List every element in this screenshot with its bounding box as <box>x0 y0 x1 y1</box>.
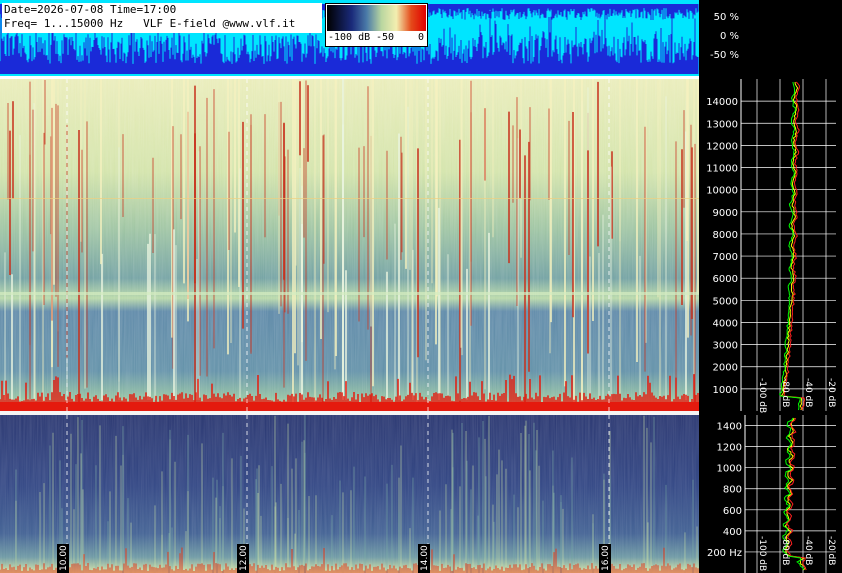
time-label: 14.00 <box>420 545 430 571</box>
upper-tick-label: 2000 <box>713 363 738 374</box>
lower-spectrogram-texture <box>0 415 699 573</box>
color-scale-label-mid: -50 <box>376 32 395 43</box>
color-scale-label-max: 0 <box>418 32 425 43</box>
upper-tick-label: 8000 <box>713 230 738 241</box>
profile-db-label-upper: -100 dB <box>757 378 767 413</box>
right-panel-background <box>699 0 842 573</box>
profile-db-label-upper: -80 dB <box>780 378 790 407</box>
waveform-divider <box>0 76 699 79</box>
lower-tick-label: 1000 <box>717 464 742 475</box>
lower-tick-label: 800 <box>723 485 742 496</box>
recording-info-box: Date=2026-07-08 Time=17:00 Freq= 1...150… <box>2 3 322 33</box>
upper-tick-label: 1000 <box>713 385 738 396</box>
upper-tick-label: 3000 <box>713 341 738 352</box>
upper-tick-label: 4000 <box>713 318 738 329</box>
upper-tick-label: 11000 <box>706 164 738 175</box>
recording-frequency-source: Freq= 1...15000 Hz VLF E-field @www.vlf.… <box>4 17 296 30</box>
upper-tick-label: 10000 <box>706 186 738 197</box>
upper-tick-label: 6000 <box>713 274 738 285</box>
vlf-spectrogram-screen: 10.00 12.00 14.00 16.00 14000 13000 12000 1100… <box>0 0 842 573</box>
spectrogram-figure: 10.00 12.00 14.00 16.00 1400013000120001100… <box>0 0 842 573</box>
waveform-percent-label: 0 % <box>720 31 739 42</box>
profile-db-label-lower: -100 dB <box>757 536 767 571</box>
profile-db-label-lower: -40 dB <box>803 536 813 565</box>
upper-tick-label: 12000 <box>706 141 738 152</box>
band-line-5khz <box>0 292 699 295</box>
upper-tick-label: 5000 <box>713 296 738 307</box>
recording-date-time: Date=2026-07-08 Time=17:00 <box>4 3 177 16</box>
waveform-percent-label: 50 % <box>714 12 739 23</box>
lower-tick-label: 1400 <box>717 422 742 433</box>
upper-spectrogram-texture <box>0 79 699 411</box>
upper-tick-label: 7000 <box>713 252 738 263</box>
upper-tick-label: 14000 <box>706 97 738 108</box>
profile-db-label-lower: -80 dB <box>780 536 790 565</box>
color-scale-bar <box>327 5 426 31</box>
lower-tick-label: 200 Hz <box>707 548 742 559</box>
profile-db-label-upper: -20 dB <box>826 378 836 407</box>
color-scale-legend: -100 dB -50 0 <box>325 3 428 47</box>
profile-db-label-upper: -40 dB <box>803 378 813 407</box>
lower-tick-label: 400 <box>723 527 742 538</box>
lower-tick-label: 600 <box>723 506 742 517</box>
time-label: 10.00 <box>59 545 69 571</box>
color-scale-label-min: -100 dB <box>328 32 371 43</box>
waveform-percent-label: -50 % <box>710 50 739 61</box>
profile-db-label-lower: -20 dB <box>826 536 836 565</box>
time-label: 12.00 <box>239 545 249 571</box>
panel-separator <box>0 411 699 415</box>
upper-tick-label: 13000 <box>706 119 738 130</box>
lower-tick-label: 1200 <box>717 443 742 454</box>
time-label: 16.00 <box>601 545 611 571</box>
band-line-9khz <box>0 198 699 199</box>
upper-tick-label: 9000 <box>713 208 738 219</box>
